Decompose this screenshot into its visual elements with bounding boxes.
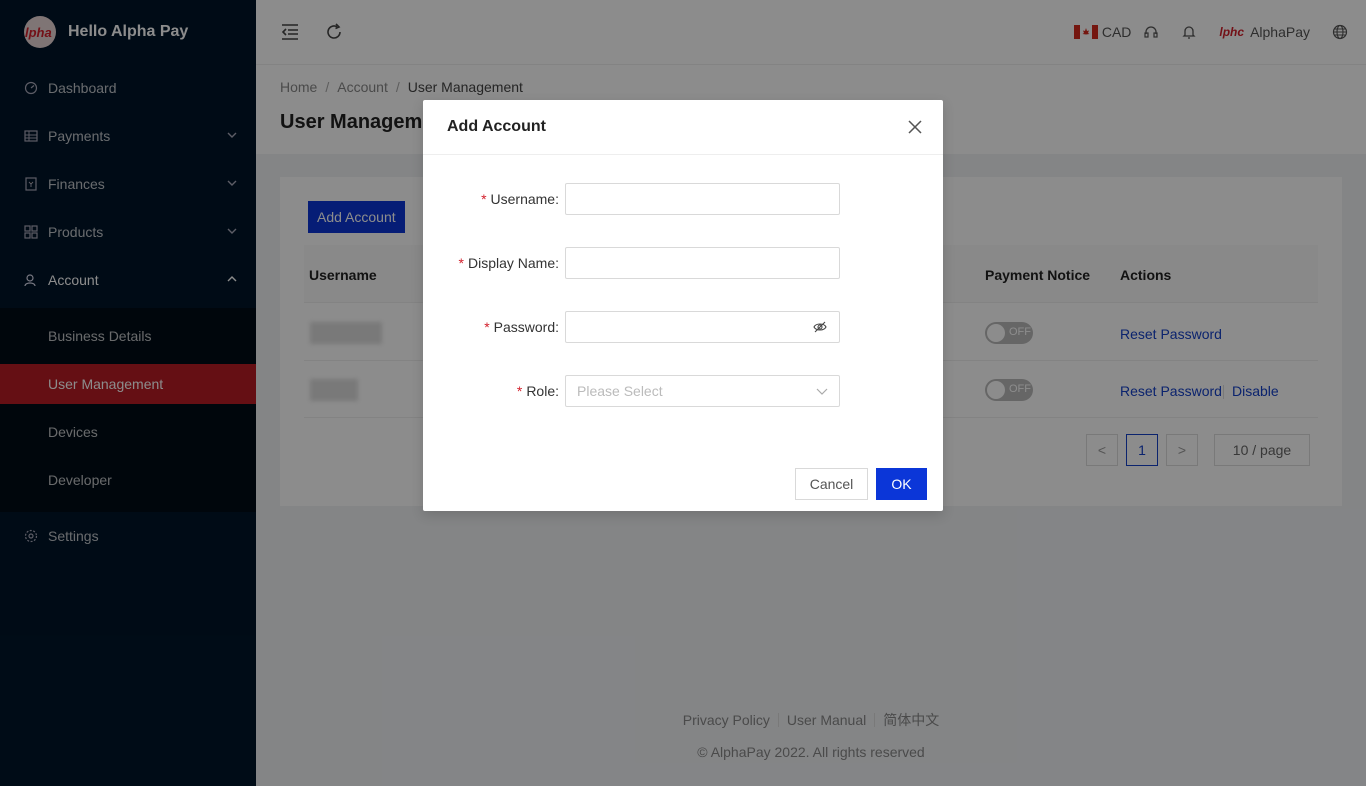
add-account-modal: Add Account * Username: * Display Name: * P…: [423, 100, 943, 511]
close-icon[interactable]: [907, 119, 923, 135]
role-label-text: Role: [526, 383, 556, 399]
required-mark: *: [484, 319, 490, 335]
role-label: * Role:: [517, 383, 559, 399]
display-name-row: * Display Name:: [423, 247, 943, 279]
modal-footer: Cancel OK: [423, 458, 943, 511]
display-name-label: * Display Name:: [459, 255, 559, 271]
chevron-down-icon: [816, 388, 828, 395]
display-name-label-text: Display Name: [467, 255, 556, 271]
ok-button[interactable]: OK: [876, 468, 927, 500]
role-placeholder: Please Select: [577, 383, 663, 399]
password-row: * Password:: [423, 311, 943, 343]
password-label: * Password:: [484, 319, 559, 335]
eye-invisible-icon[interactable]: [813, 320, 827, 334]
label-colon: :: [555, 191, 559, 207]
password-input[interactable]: [565, 311, 840, 343]
role-row: * Role: Please Select: [423, 375, 943, 407]
username-label-text: Username: [490, 191, 556, 207]
modal-header: Add Account: [423, 100, 943, 155]
username-row: * Username:: [423, 183, 943, 215]
label-colon: :: [555, 255, 559, 271]
modal-title: Add Account: [447, 118, 546, 135]
cancel-button[interactable]: Cancel: [795, 468, 868, 500]
label-colon: :: [555, 319, 559, 335]
password-label-text: Password: [493, 319, 556, 335]
required-mark: *: [481, 191, 487, 207]
label-colon: :: [555, 383, 559, 399]
display-name-input[interactable]: [565, 247, 840, 279]
username-input[interactable]: [565, 183, 840, 215]
required-mark: *: [516, 383, 523, 399]
username-label: * Username:: [481, 191, 559, 207]
required-mark: *: [458, 255, 464, 271]
